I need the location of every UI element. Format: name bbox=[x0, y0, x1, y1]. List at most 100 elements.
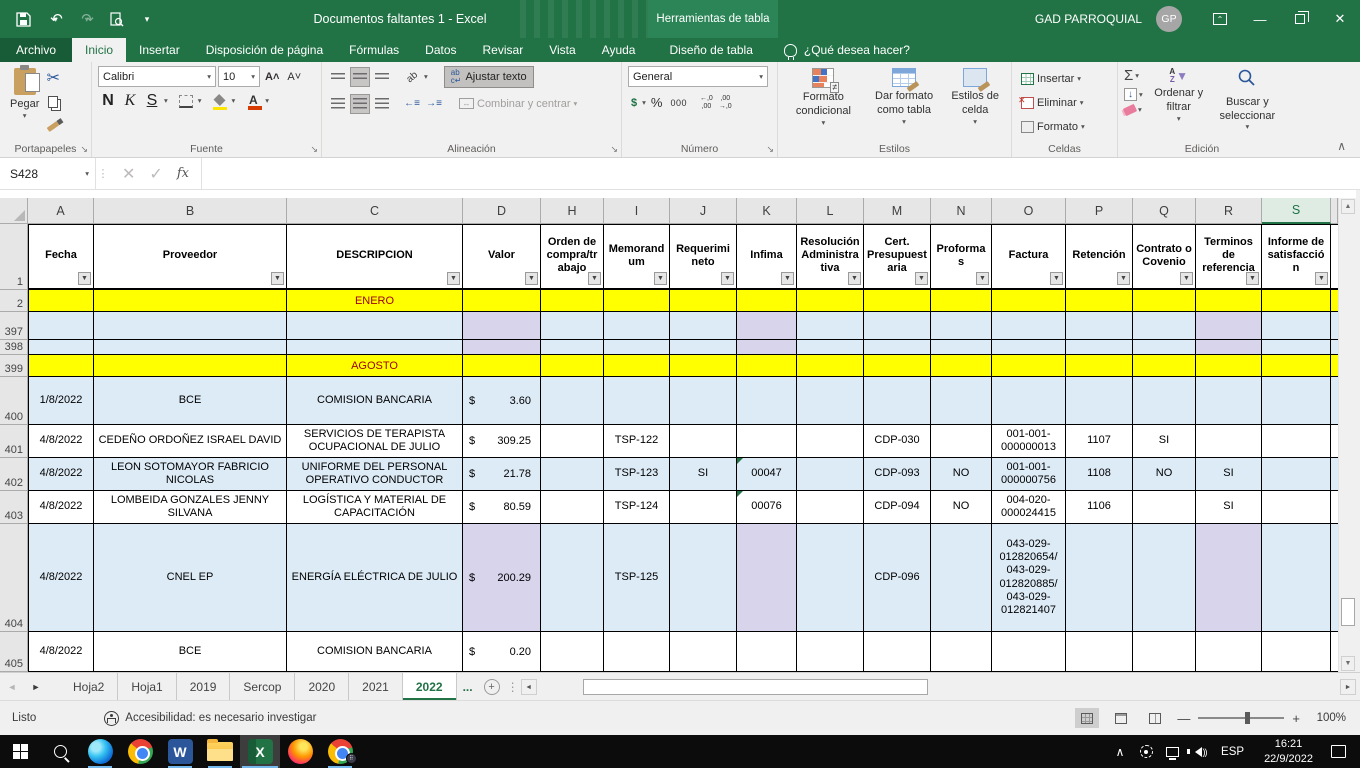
tab-fórmulas[interactable]: Fórmulas bbox=[336, 38, 412, 62]
cell-R402[interactable]: SI bbox=[1196, 458, 1262, 491]
filter-dropdown-icon[interactable]: ▼ bbox=[781, 272, 794, 285]
cell-C405[interactable]: COMISION BANCARIA bbox=[287, 632, 463, 672]
cell-N399[interactable] bbox=[931, 355, 992, 377]
cell-I405[interactable] bbox=[604, 632, 670, 672]
restore-icon[interactable] bbox=[1280, 0, 1320, 38]
cell-D404[interactable]: $200.29 bbox=[463, 524, 541, 632]
cell-K400[interactable] bbox=[737, 377, 797, 425]
cell-R404[interactable] bbox=[1196, 524, 1262, 632]
cell-Q2[interactable] bbox=[1133, 290, 1196, 312]
cell-P2[interactable] bbox=[1066, 290, 1133, 312]
cell-C2[interactable]: ENERO bbox=[287, 290, 463, 312]
cell-H403[interactable] bbox=[541, 491, 604, 524]
cell-O2[interactable] bbox=[992, 290, 1066, 312]
cell-I400[interactable] bbox=[604, 377, 670, 425]
cell-K405[interactable] bbox=[737, 632, 797, 672]
cell-O403[interactable]: 004-020-000024415 bbox=[992, 491, 1066, 524]
cell-O398[interactable] bbox=[992, 340, 1066, 355]
cell-S399[interactable] bbox=[1262, 355, 1331, 377]
cell-O405[interactable] bbox=[992, 632, 1066, 672]
cell-N397[interactable] bbox=[931, 312, 992, 340]
tab-datos[interactable]: Datos bbox=[412, 38, 469, 62]
enter-icon[interactable]: ✓ bbox=[149, 164, 162, 184]
font-color-icon[interactable]: A bbox=[243, 91, 263, 111]
cell-M397[interactable] bbox=[864, 312, 931, 340]
filter-dropdown-icon[interactable]: ▼ bbox=[1050, 272, 1063, 285]
filter-dropdown-icon[interactable]: ▼ bbox=[1117, 272, 1130, 285]
column-header-P[interactable]: P bbox=[1066, 198, 1133, 224]
undo-icon[interactable]: ↶▾ bbox=[45, 9, 63, 29]
normal-view-icon[interactable] bbox=[1075, 708, 1099, 728]
row-header-403[interactable]: 403 bbox=[0, 491, 28, 524]
cell-M403[interactable]: CDP-094 bbox=[864, 491, 931, 524]
scroll-right-icon[interactable]: ► bbox=[1340, 679, 1356, 695]
sheet-tab-hoja2[interactable]: Hoja2 bbox=[60, 673, 118, 700]
format-cells-button[interactable]: Formato▾ bbox=[1018, 116, 1088, 137]
tab-archivo[interactable]: Archivo bbox=[0, 38, 72, 62]
tray-volume-icon[interactable]: )) bbox=[1185, 735, 1211, 768]
cell-L399[interactable] bbox=[797, 355, 864, 377]
column-header-K[interactable]: K bbox=[737, 198, 797, 224]
sheet-tab-2022[interactable]: 2022 bbox=[403, 673, 457, 700]
orientation-icon[interactable]: ab bbox=[398, 63, 426, 91]
shrink-font-icon[interactable]: A˅ bbox=[284, 66, 304, 87]
cell-I2[interactable] bbox=[604, 290, 670, 312]
cell-I402[interactable]: TSP-123 bbox=[604, 458, 670, 491]
cell-K402[interactable]: 00047 bbox=[737, 458, 797, 491]
italic-button[interactable]: K bbox=[120, 91, 140, 111]
cell-N403[interactable]: NO bbox=[931, 491, 992, 524]
cell-N2[interactable] bbox=[931, 290, 992, 312]
cell-A399[interactable] bbox=[28, 355, 94, 377]
row-header-399[interactable]: 399 bbox=[0, 355, 28, 377]
cell-M401[interactable]: CDP-030 bbox=[864, 425, 931, 458]
row-header-400[interactable]: 400 bbox=[0, 377, 28, 425]
cell-D403[interactable]: $80.59 bbox=[463, 491, 541, 524]
cell-R403[interactable]: SI bbox=[1196, 491, 1262, 524]
zoom-out-icon[interactable]: — bbox=[1177, 711, 1190, 726]
autosum-button[interactable]: Σ▾ bbox=[1124, 68, 1143, 83]
formula-input[interactable] bbox=[202, 158, 1360, 189]
cell-J2[interactable] bbox=[670, 290, 737, 312]
cell-P398[interactable] bbox=[1066, 340, 1133, 355]
column-header-D[interactable]: D bbox=[463, 198, 541, 224]
account-name[interactable]: GAD PARROQUIAL bbox=[1035, 12, 1142, 26]
cell-S405[interactable] bbox=[1262, 632, 1331, 672]
header-cell-B[interactable]: Proveedor▼ bbox=[94, 224, 287, 290]
format-as-table-button[interactable]: Dar formato como tabla▾ bbox=[863, 66, 946, 127]
align-middle-icon[interactable] bbox=[350, 67, 370, 87]
column-header-Q[interactable]: Q bbox=[1133, 198, 1196, 224]
cell-K399[interactable] bbox=[737, 355, 797, 377]
cell-Q404[interactable] bbox=[1133, 524, 1196, 632]
cell-L401[interactable] bbox=[797, 425, 864, 458]
header-cell-J[interactable]: Requerimineto▼ bbox=[670, 224, 737, 290]
insert-cells-button[interactable]: Insertar▾ bbox=[1018, 68, 1084, 89]
tab-revisar[interactable]: Revisar bbox=[470, 38, 537, 62]
zoom-in-icon[interactable]: + bbox=[1292, 711, 1300, 726]
sheet-nav-right-icon[interactable]: ► bbox=[24, 673, 48, 700]
cell-M405[interactable] bbox=[864, 632, 931, 672]
cell-D2[interactable] bbox=[463, 290, 541, 312]
row-header-2[interactable]: 2 bbox=[0, 290, 28, 312]
cell-M2[interactable] bbox=[864, 290, 931, 312]
cell-B401[interactable]: CEDEÑO ORDOÑEZ ISRAEL DAVID bbox=[94, 425, 287, 458]
header-cell-A[interactable]: Fecha▼ bbox=[28, 224, 94, 290]
cell-Q402[interactable]: NO bbox=[1133, 458, 1196, 491]
cell-C402[interactable]: UNIFORME DEL PERSONAL OPERATIVO CONDUCTO… bbox=[287, 458, 463, 491]
column-header-M[interactable]: M bbox=[864, 198, 931, 224]
tab-inicio[interactable]: Inicio bbox=[72, 38, 126, 62]
cell-J398[interactable] bbox=[670, 340, 737, 355]
print-preview-icon[interactable] bbox=[107, 9, 125, 29]
select-all-corner[interactable] bbox=[0, 198, 28, 224]
header-cell-Q[interactable]: Contrato o Covenio▼ bbox=[1133, 224, 1196, 290]
cell-R2[interactable] bbox=[1196, 290, 1262, 312]
cell-J397[interactable] bbox=[670, 312, 737, 340]
filter-dropdown-icon[interactable]: ▼ bbox=[588, 272, 601, 285]
avatar[interactable]: GP bbox=[1156, 6, 1182, 32]
row-header-397[interactable]: 397 bbox=[0, 312, 28, 340]
cell-I404[interactable]: TSP-125 bbox=[604, 524, 670, 632]
header-cell-S[interactable]: Informe de satisfacción▼ bbox=[1262, 224, 1331, 290]
cell-S401[interactable] bbox=[1262, 425, 1331, 458]
cell-P405[interactable] bbox=[1066, 632, 1133, 672]
cell-M399[interactable] bbox=[864, 355, 931, 377]
horizontal-scrollbar[interactable]: ◄ ► bbox=[521, 677, 1356, 696]
